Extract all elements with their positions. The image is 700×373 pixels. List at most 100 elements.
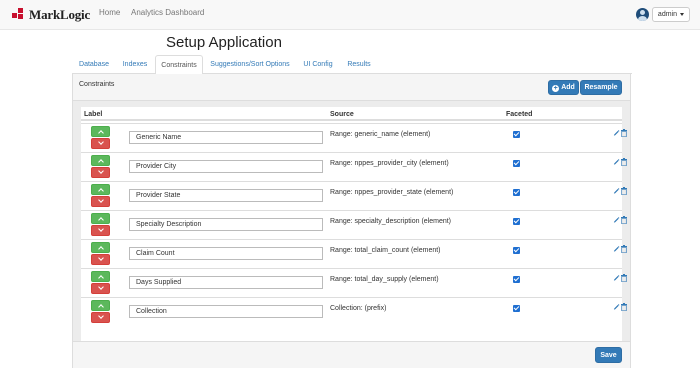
move-up-button[interactable] xyxy=(91,242,110,253)
move-down-button[interactable] xyxy=(91,196,110,207)
trash-icon[interactable] xyxy=(621,187,627,195)
reorder-buttons xyxy=(91,300,110,323)
pencil-icon[interactable] xyxy=(613,129,620,137)
chevron-up-icon xyxy=(98,130,104,136)
faceted-checkbox[interactable] xyxy=(513,218,520,225)
constraint-source: Range: nppes_provider_state (element) xyxy=(330,189,454,196)
constraint-label-input[interactable]: Days Supplied xyxy=(129,276,323,289)
constraints-panel: Constraints + Add Resample Label Source F… xyxy=(72,74,631,368)
resample-button[interactable]: Resample xyxy=(580,80,622,95)
table-row: Provider City Range: nppes_provider_city … xyxy=(81,152,627,180)
faceted-checkbox[interactable] xyxy=(513,276,520,283)
chevron-up-icon xyxy=(98,217,104,223)
trash-icon[interactable] xyxy=(621,216,627,224)
chevron-down-icon xyxy=(98,313,104,319)
constraint-source: Range: total_claim_count (element) xyxy=(330,247,441,254)
reorder-buttons xyxy=(91,242,110,265)
faceted-checkbox[interactable] xyxy=(513,189,520,196)
reorder-buttons xyxy=(91,126,110,149)
reorder-buttons xyxy=(91,184,110,207)
panel-title: Constraints xyxy=(79,81,115,88)
constraint-label-input[interactable]: Provider State xyxy=(129,189,323,202)
trash-icon[interactable] xyxy=(621,274,627,282)
move-down-button[interactable] xyxy=(91,225,110,236)
brand-name: MarkLogic xyxy=(29,7,91,22)
nav-link-analytics-dashboard[interactable]: Analytics Dashboard xyxy=(131,8,204,17)
tab-constraints[interactable]: Constraints xyxy=(155,55,203,75)
move-down-button[interactable] xyxy=(91,254,110,265)
user-name: admin xyxy=(657,11,677,18)
constraint-label-input[interactable]: Specialty Description xyxy=(129,218,323,231)
panel-header: Constraints + Add Resample xyxy=(73,74,630,101)
move-down-button[interactable] xyxy=(91,312,110,323)
chevron-up-icon xyxy=(98,275,104,281)
table-header: Label Source Faceted xyxy=(81,107,622,121)
move-up-button[interactable] xyxy=(91,184,110,195)
trash-icon[interactable] xyxy=(621,245,627,253)
faceted-checkbox[interactable] xyxy=(513,305,520,312)
add-button-label: Add xyxy=(561,84,575,91)
tab-ui-config[interactable]: UI Config xyxy=(298,55,338,74)
trash-icon[interactable] xyxy=(621,158,627,166)
nav-link-home[interactable]: Home xyxy=(99,8,120,17)
move-up-button[interactable] xyxy=(91,300,110,311)
page-title: Setup Application xyxy=(166,34,282,51)
constraint-label-input[interactable]: Generic Name xyxy=(129,131,323,144)
column-header-faceted: Faceted xyxy=(506,111,533,118)
tab-results[interactable]: Results xyxy=(340,55,378,74)
chevron-down-icon xyxy=(98,226,104,232)
chevron-down-icon xyxy=(98,168,104,174)
constraint-source: Range: specialty_description (element) xyxy=(330,218,452,225)
plus-circle-icon: + xyxy=(552,85,560,92)
pencil-icon[interactable] xyxy=(613,303,620,311)
constraint-source: Collection: (prefix) xyxy=(330,305,387,312)
column-header-label: Label xyxy=(84,111,103,118)
trash-icon[interactable] xyxy=(621,129,627,137)
move-up-button[interactable] xyxy=(91,126,110,137)
move-down-button[interactable] xyxy=(91,283,110,294)
constraint-source: Range: nppes_provider_city (element) xyxy=(330,160,449,167)
table-row: Claim Count Range: total_claim_count (ele… xyxy=(81,239,627,267)
reorder-buttons xyxy=(91,271,110,294)
chevron-up-icon xyxy=(98,246,104,252)
pencil-icon[interactable] xyxy=(613,158,620,166)
pencil-icon[interactable] xyxy=(613,245,620,253)
setup-tabs: Database Indexes Constraints Suggestions… xyxy=(72,55,632,75)
table-row: Provider State Range: nppes_provider_stat… xyxy=(81,181,627,209)
user-dropdown-button[interactable]: admin xyxy=(651,7,690,22)
move-up-button[interactable] xyxy=(91,271,110,282)
move-up-button[interactable] xyxy=(91,155,110,166)
faceted-checkbox[interactable] xyxy=(513,247,520,254)
constraint-label-input[interactable]: Collection xyxy=(129,305,323,318)
tab-database[interactable]: Database xyxy=(72,55,116,74)
trash-icon[interactable] xyxy=(621,303,627,311)
chevron-up-icon xyxy=(98,304,104,310)
chevron-down-icon xyxy=(98,284,104,290)
pencil-icon[interactable] xyxy=(613,187,620,195)
move-down-button[interactable] xyxy=(91,167,110,178)
chevron-up-icon xyxy=(98,188,104,194)
add-button[interactable]: + Add xyxy=(548,80,579,95)
table-row: Specialty Description Range: specialty_de… xyxy=(81,210,627,238)
save-button[interactable]: Save xyxy=(595,347,622,363)
tab-suggestions-sort-options[interactable]: Suggestions/Sort Options xyxy=(204,55,296,74)
constraint-label-input[interactable]: Claim Count xyxy=(129,247,323,260)
top-navbar: MarkLogic Home Analytics Dashboard admin xyxy=(0,0,700,30)
pencil-icon[interactable] xyxy=(613,216,620,224)
tab-indexes[interactable]: Indexes xyxy=(116,55,154,74)
constraint-label-input[interactable]: Provider City xyxy=(129,160,323,173)
move-up-button[interactable] xyxy=(91,213,110,224)
brand-logo[interactable]: MarkLogic xyxy=(12,7,90,23)
table-row: Days Supplied Range: total_day_supply (el… xyxy=(81,268,627,296)
move-down-button[interactable] xyxy=(91,138,110,149)
user-menu: admin xyxy=(635,7,690,22)
user-avatar-icon xyxy=(635,8,649,21)
pencil-icon[interactable] xyxy=(613,274,620,282)
table-row: Collection Collection: (prefix) xyxy=(81,297,627,325)
panel-footer: Save xyxy=(73,341,630,368)
faceted-checkbox[interactable] xyxy=(513,160,520,167)
constraint-source: Range: total_day_supply (element) xyxy=(330,276,439,283)
reorder-buttons xyxy=(91,213,110,236)
chevron-down-icon xyxy=(98,255,104,261)
faceted-checkbox[interactable] xyxy=(513,131,520,138)
